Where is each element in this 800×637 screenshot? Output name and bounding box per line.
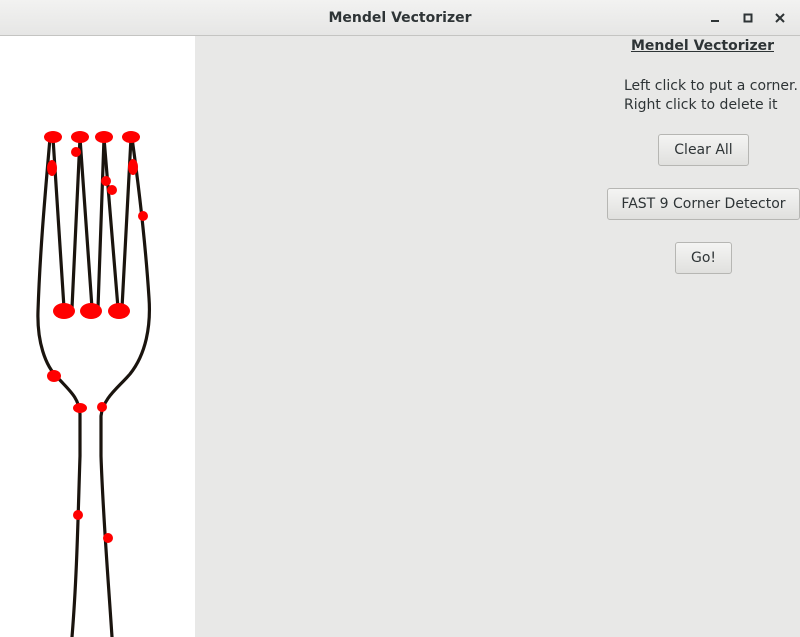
corner-marker[interactable] xyxy=(44,131,62,143)
clear-all-button[interactable]: Clear All xyxy=(658,134,749,166)
corner-marker[interactable] xyxy=(108,303,130,319)
image-canvas[interactable] xyxy=(0,36,195,637)
fast9-corner-detector-button[interactable]: FAST 9 Corner Detector xyxy=(607,188,800,220)
fork-outline xyxy=(36,136,151,637)
corner-markers xyxy=(44,131,148,543)
corner-marker[interactable] xyxy=(128,159,138,175)
corner-marker[interactable] xyxy=(122,131,140,143)
instruction-line-left-click: Left click to put a corner. xyxy=(624,78,798,94)
maximize-button[interactable] xyxy=(736,6,760,30)
window-title: Mendel Vectorizer xyxy=(328,10,472,26)
close-icon xyxy=(775,13,785,23)
corner-marker[interactable] xyxy=(103,533,113,543)
corner-marker[interactable] xyxy=(71,147,81,157)
app-heading: Mendel Vectorizer xyxy=(630,38,774,54)
go-button[interactable]: Go! xyxy=(675,242,732,274)
corner-marker[interactable] xyxy=(47,160,57,176)
window-titlebar[interactable]: Mendel Vectorizer xyxy=(0,0,800,36)
corner-marker[interactable] xyxy=(95,131,113,143)
minimize-button[interactable] xyxy=(703,6,727,30)
corner-marker[interactable] xyxy=(101,176,111,186)
close-button[interactable] xyxy=(768,6,792,30)
corner-marker[interactable] xyxy=(80,303,102,319)
corner-marker[interactable] xyxy=(107,185,117,195)
fork-image[interactable] xyxy=(0,36,195,637)
minimize-icon xyxy=(711,20,719,22)
corner-marker[interactable] xyxy=(73,403,87,413)
corner-marker[interactable] xyxy=(97,402,107,412)
corner-marker[interactable] xyxy=(47,370,61,382)
corner-marker[interactable] xyxy=(73,510,83,520)
instructions-text: Left click to put a corner. Right click … xyxy=(624,77,800,115)
corner-marker[interactable] xyxy=(71,131,89,143)
corner-marker[interactable] xyxy=(53,303,75,319)
instruction-line-right-click: Right click to delete it xyxy=(624,97,778,113)
corner-marker[interactable] xyxy=(138,211,148,221)
control-panel xyxy=(195,36,800,637)
maximize-icon xyxy=(743,13,753,23)
